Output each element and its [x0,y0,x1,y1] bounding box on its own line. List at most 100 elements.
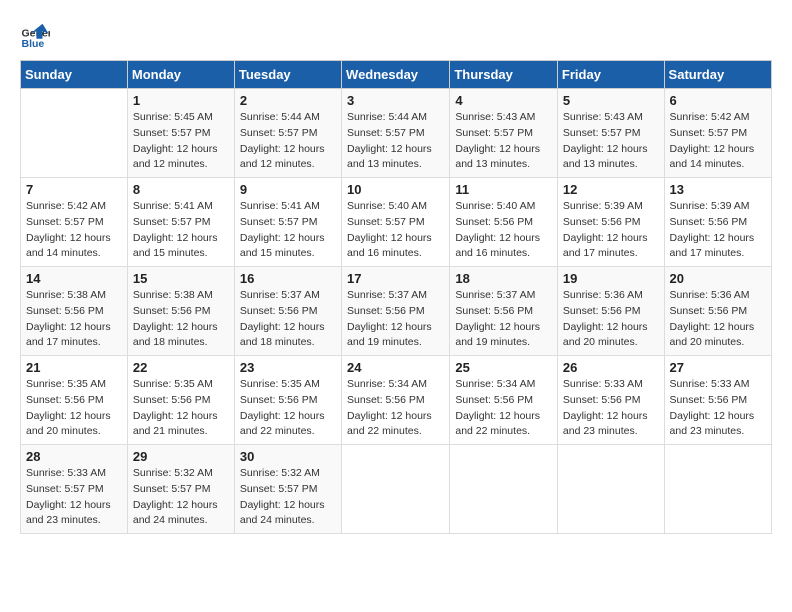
sunset-text: Sunset: 5:56 PM [347,305,425,317]
daylight-text: Daylight: 12 hours and 17 minutes. [670,232,755,260]
daylight-text: Daylight: 12 hours and 13 minutes. [455,143,540,171]
sunrise-text: Sunrise: 5:42 AM [26,200,106,212]
page-header: General Blue [20,20,772,50]
calendar-cell: 4 Sunrise: 5:43 AM Sunset: 5:57 PM Dayli… [450,89,558,178]
calendar-cell [664,445,771,534]
sunset-text: Sunset: 5:57 PM [133,216,211,228]
day-number: 20 [670,271,766,286]
day-info: Sunrise: 5:40 AM Sunset: 5:57 PM Dayligh… [347,199,444,262]
calendar-cell: 12 Sunrise: 5:39 AM Sunset: 5:56 PM Dayl… [557,178,664,267]
sunrise-text: Sunrise: 5:37 AM [240,289,320,301]
sunrise-text: Sunrise: 5:40 AM [455,200,535,212]
sunset-text: Sunset: 5:56 PM [455,394,533,406]
daylight-text: Daylight: 12 hours and 17 minutes. [563,232,648,260]
daylight-text: Daylight: 12 hours and 23 minutes. [670,410,755,438]
daylight-text: Daylight: 12 hours and 12 minutes. [240,143,325,171]
sunrise-text: Sunrise: 5:41 AM [133,200,213,212]
calendar-cell: 3 Sunrise: 5:44 AM Sunset: 5:57 PM Dayli… [342,89,450,178]
calendar-cell: 27 Sunrise: 5:33 AM Sunset: 5:56 PM Dayl… [664,356,771,445]
sunset-text: Sunset: 5:56 PM [347,394,425,406]
calendar-cell: 13 Sunrise: 5:39 AM Sunset: 5:56 PM Dayl… [664,178,771,267]
sunrise-text: Sunrise: 5:34 AM [347,378,427,390]
sunrise-text: Sunrise: 5:38 AM [133,289,213,301]
day-number: 18 [455,271,552,286]
day-number: 6 [670,93,766,108]
day-info: Sunrise: 5:32 AM Sunset: 5:57 PM Dayligh… [133,466,229,529]
sunset-text: Sunset: 5:56 PM [563,216,641,228]
daylight-text: Daylight: 12 hours and 22 minutes. [347,410,432,438]
day-info: Sunrise: 5:40 AM Sunset: 5:56 PM Dayligh… [455,199,552,262]
daylight-text: Daylight: 12 hours and 19 minutes. [347,321,432,349]
sunrise-text: Sunrise: 5:32 AM [240,467,320,479]
day-number: 13 [670,182,766,197]
sunset-text: Sunset: 5:56 PM [563,305,641,317]
sunrise-text: Sunrise: 5:37 AM [455,289,535,301]
daylight-text: Daylight: 12 hours and 21 minutes. [133,410,218,438]
sunset-text: Sunset: 5:56 PM [240,394,318,406]
header-cell-thursday: Thursday [450,61,558,89]
day-info: Sunrise: 5:37 AM Sunset: 5:56 PM Dayligh… [240,288,336,351]
day-info: Sunrise: 5:36 AM Sunset: 5:56 PM Dayligh… [670,288,766,351]
daylight-text: Daylight: 12 hours and 20 minutes. [670,321,755,349]
day-info: Sunrise: 5:41 AM Sunset: 5:57 PM Dayligh… [133,199,229,262]
daylight-text: Daylight: 12 hours and 16 minutes. [455,232,540,260]
sunset-text: Sunset: 5:57 PM [240,127,318,139]
calendar-cell: 25 Sunrise: 5:34 AM Sunset: 5:56 PM Dayl… [450,356,558,445]
daylight-text: Daylight: 12 hours and 18 minutes. [240,321,325,349]
daylight-text: Daylight: 12 hours and 12 minutes. [133,143,218,171]
sunrise-text: Sunrise: 5:44 AM [240,111,320,123]
day-number: 9 [240,182,336,197]
calendar-body: 1 Sunrise: 5:45 AM Sunset: 5:57 PM Dayli… [21,89,772,534]
sunrise-text: Sunrise: 5:39 AM [670,200,750,212]
day-info: Sunrise: 5:37 AM Sunset: 5:56 PM Dayligh… [347,288,444,351]
day-number: 17 [347,271,444,286]
calendar-week-4: 21 Sunrise: 5:35 AM Sunset: 5:56 PM Dayl… [21,356,772,445]
sunset-text: Sunset: 5:56 PM [133,305,211,317]
day-info: Sunrise: 5:35 AM Sunset: 5:56 PM Dayligh… [133,377,229,440]
day-info: Sunrise: 5:42 AM Sunset: 5:57 PM Dayligh… [26,199,122,262]
day-number: 29 [133,449,229,464]
day-info: Sunrise: 5:33 AM Sunset: 5:56 PM Dayligh… [670,377,766,440]
calendar-cell: 7 Sunrise: 5:42 AM Sunset: 5:57 PM Dayli… [21,178,128,267]
day-number: 12 [563,182,659,197]
sunrise-text: Sunrise: 5:35 AM [240,378,320,390]
sunset-text: Sunset: 5:56 PM [455,216,533,228]
day-number: 7 [26,182,122,197]
day-info: Sunrise: 5:44 AM Sunset: 5:57 PM Dayligh… [347,110,444,173]
sunset-text: Sunset: 5:57 PM [347,216,425,228]
daylight-text: Daylight: 12 hours and 13 minutes. [347,143,432,171]
day-number: 27 [670,360,766,375]
calendar-cell: 20 Sunrise: 5:36 AM Sunset: 5:56 PM Dayl… [664,267,771,356]
calendar-cell: 15 Sunrise: 5:38 AM Sunset: 5:56 PM Dayl… [127,267,234,356]
calendar-cell: 30 Sunrise: 5:32 AM Sunset: 5:57 PM Dayl… [234,445,341,534]
sunset-text: Sunset: 5:56 PM [133,394,211,406]
sunrise-text: Sunrise: 5:40 AM [347,200,427,212]
day-info: Sunrise: 5:37 AM Sunset: 5:56 PM Dayligh… [455,288,552,351]
sunset-text: Sunset: 5:57 PM [670,127,748,139]
day-number: 19 [563,271,659,286]
calendar-cell [450,445,558,534]
day-number: 26 [563,360,659,375]
daylight-text: Daylight: 12 hours and 17 minutes. [26,321,111,349]
sunrise-text: Sunrise: 5:41 AM [240,200,320,212]
sunset-text: Sunset: 5:56 PM [240,305,318,317]
daylight-text: Daylight: 12 hours and 24 minutes. [240,499,325,527]
sunrise-text: Sunrise: 5:32 AM [133,467,213,479]
calendar-cell: 23 Sunrise: 5:35 AM Sunset: 5:56 PM Dayl… [234,356,341,445]
day-number: 5 [563,93,659,108]
sunset-text: Sunset: 5:57 PM [240,216,318,228]
day-info: Sunrise: 5:39 AM Sunset: 5:56 PM Dayligh… [670,199,766,262]
calendar-cell [342,445,450,534]
calendar-table: SundayMondayTuesdayWednesdayThursdayFrid… [20,60,772,534]
header-cell-sunday: Sunday [21,61,128,89]
day-info: Sunrise: 5:36 AM Sunset: 5:56 PM Dayligh… [563,288,659,351]
day-info: Sunrise: 5:34 AM Sunset: 5:56 PM Dayligh… [347,377,444,440]
calendar-cell: 29 Sunrise: 5:32 AM Sunset: 5:57 PM Dayl… [127,445,234,534]
day-info: Sunrise: 5:45 AM Sunset: 5:57 PM Dayligh… [133,110,229,173]
day-number: 3 [347,93,444,108]
day-info: Sunrise: 5:38 AM Sunset: 5:56 PM Dayligh… [133,288,229,351]
sunrise-text: Sunrise: 5:33 AM [26,467,106,479]
sunrise-text: Sunrise: 5:42 AM [670,111,750,123]
sunrise-text: Sunrise: 5:44 AM [347,111,427,123]
day-number: 14 [26,271,122,286]
